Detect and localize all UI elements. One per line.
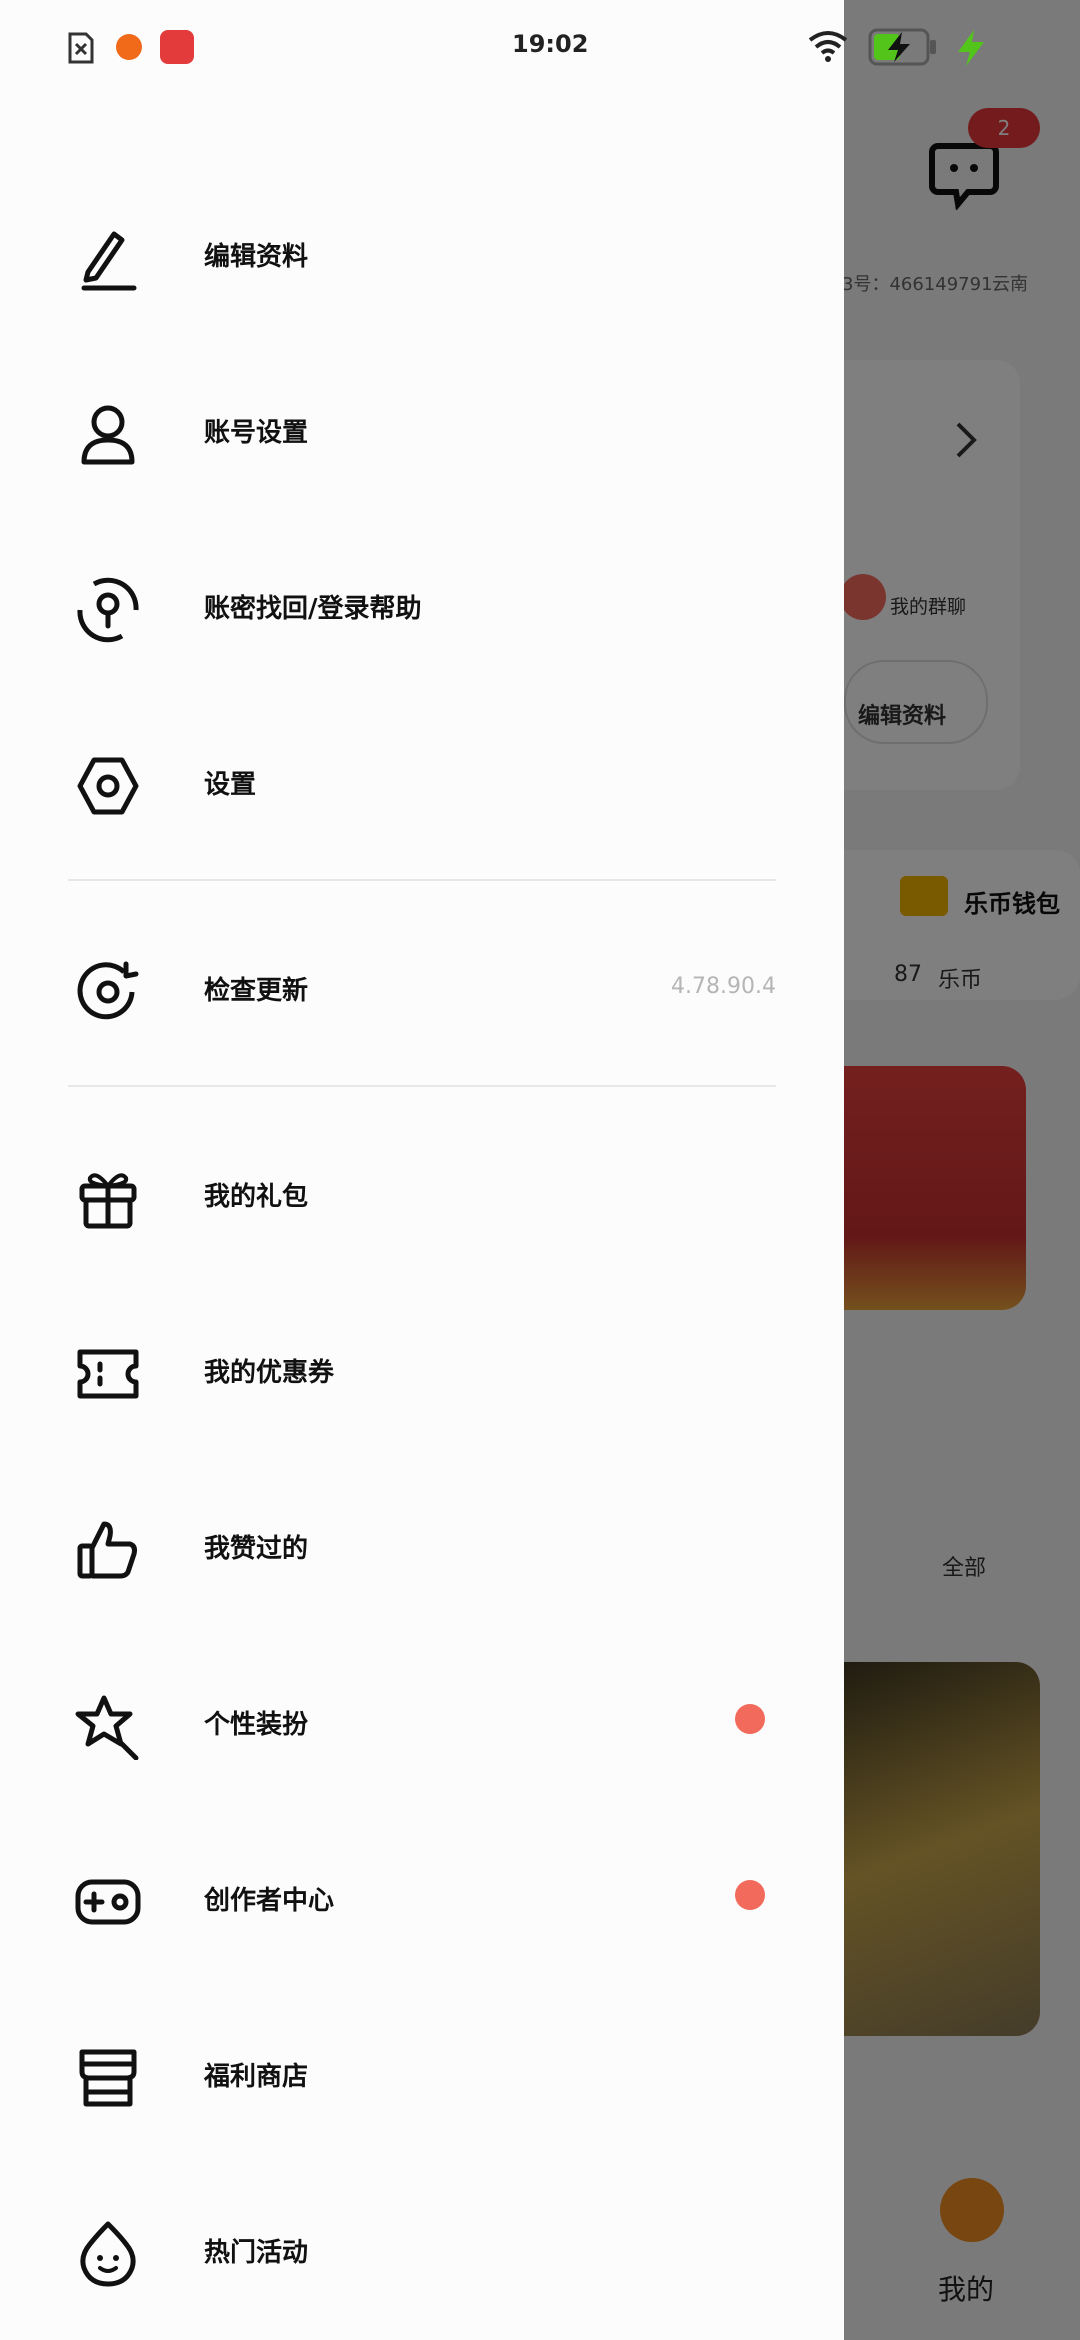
key-recovery-icon <box>74 576 142 644</box>
menu-item-account-settings[interactable]: 账号设置 <box>0 360 844 500</box>
app-notification-icon <box>116 34 142 60</box>
menu-label: 设置 <box>204 770 257 800</box>
status-time: 19:02 <box>512 30 589 58</box>
thumbs-up-icon <box>74 1516 142 1584</box>
update-icon <box>74 958 142 1026</box>
charging-icon <box>954 28 988 68</box>
store-icon <box>74 2044 142 2112</box>
gamepad-icon <box>74 1868 142 1936</box>
user-icon <box>74 400 142 468</box>
side-drawer: 编辑资料 账号设置 账密找回/登录帮助 设置 检查更新 4.78.90.4 我的… <box>0 0 844 2340</box>
battery-icon <box>868 28 938 66</box>
menu-label: 账号设置 <box>204 418 309 448</box>
menu-label: 我赞过的 <box>204 1534 309 1564</box>
menu-label: 我的优惠券 <box>204 1358 335 1388</box>
menu-item-gifts[interactable]: 我的礼包 <box>0 1124 844 1264</box>
menu-item-personalize[interactable]: 个性装扮 <box>0 1652 844 1792</box>
menu-item-coupons[interactable]: 我的优惠券 <box>0 1300 844 1440</box>
menu-item-creator-center[interactable]: 创作者中心 <box>0 1828 844 1968</box>
video-app-icon <box>160 30 194 64</box>
menu-label: 账密找回/登录帮助 <box>204 594 422 624</box>
menu-label: 个性装扮 <box>204 1710 309 1740</box>
menu-item-check-update[interactable]: 检查更新 4.78.90.4 <box>0 918 844 1058</box>
menu-label: 检查更新 <box>204 976 309 1006</box>
status-bar: 19:02 <box>0 0 1080 96</box>
gift-icon <box>74 1164 142 1232</box>
menu-label: 热门活动 <box>204 2238 309 2268</box>
coupon-icon <box>74 1340 142 1408</box>
version-text: 4.78.90.4 <box>671 974 776 999</box>
star-wand-icon <box>74 1692 142 1760</box>
menu-item-account-recovery[interactable]: 账密找回/登录帮助 <box>0 536 844 676</box>
wifi-icon <box>808 30 848 62</box>
edit-icon <box>74 224 142 292</box>
settings-hex-icon <box>74 752 142 820</box>
menu-item-settings[interactable]: 设置 <box>0 712 844 852</box>
menu-label: 创作者中心 <box>204 1886 335 1916</box>
notification-dot <box>735 1880 765 1910</box>
menu-item-edit-profile[interactable]: 编辑资料 <box>0 184 844 324</box>
menu-label: 我的礼包 <box>204 1182 309 1212</box>
divider <box>68 879 776 881</box>
menu-item-welfare-store[interactable]: 福利商店 <box>0 2004 844 2144</box>
notification-dot <box>735 1704 765 1734</box>
menu-label: 编辑资料 <box>204 242 309 272</box>
menu-item-hot-events[interactable]: 热门活动 <box>0 2180 844 2320</box>
menu-item-liked[interactable]: 我赞过的 <box>0 1476 844 1616</box>
menu-label: 福利商店 <box>204 2062 309 2092</box>
divider <box>68 1085 776 1087</box>
flame-face-icon <box>74 2220 142 2288</box>
sim-icon <box>68 32 94 64</box>
